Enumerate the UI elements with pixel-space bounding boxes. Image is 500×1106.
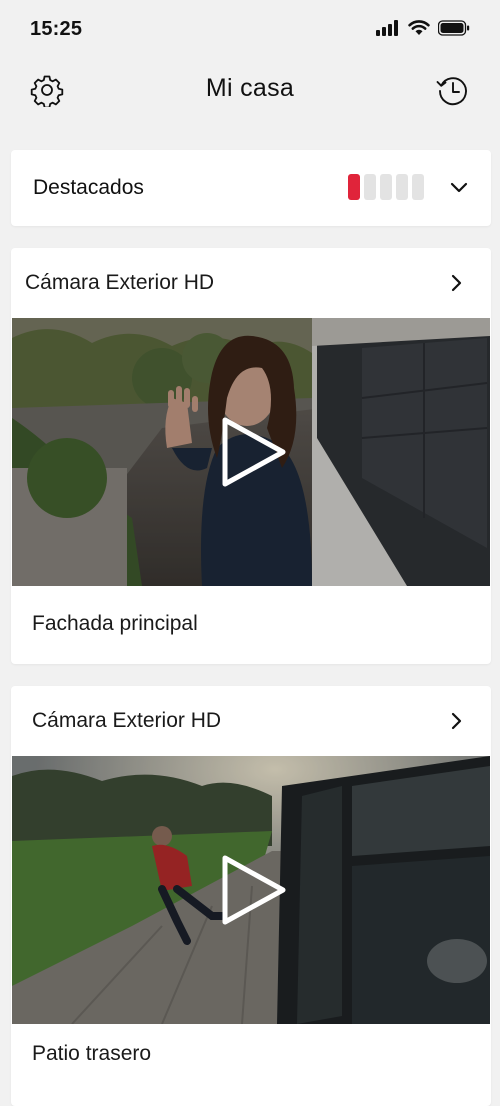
chevron-right-icon [451,274,462,292]
wifi-icon [408,20,430,35]
camera-feed-thumbnail[interactable] [12,756,490,1024]
camera-device-name: Cámara Exterior HD [25,271,215,294]
camera-card-header[interactable]: Cámara Exterior HD [11,686,491,756]
camera-card: Cámara Exterior HD [11,248,491,664]
play-icon[interactable] [211,412,291,492]
status-icons [376,20,470,36]
signal-bar-segment [348,174,360,200]
chevron-down-icon [450,182,468,193]
cellular-signal-icon [376,20,398,36]
history-button[interactable] [431,69,475,113]
status-bar: 15:25 [0,0,500,60]
camera-feed-label: Fachada principal [32,612,198,635]
chevron-right-icon [451,712,462,730]
camera-card-header[interactable]: Cámara Exterior HD [11,248,491,318]
camera-card: Cámara Exterior HD [11,686,491,1106]
signal-bar-segment [396,174,408,200]
signal-bar-segment [412,174,424,200]
battery-icon [438,20,470,36]
page-title: Mi casa [205,74,295,102]
highlights-card[interactable]: Destacados [11,150,491,226]
signal-bar-segment [364,174,376,200]
status-time: 15:25 [30,18,83,40]
play-icon[interactable] [211,850,291,930]
camera-device-name: Cámara Exterior HD [32,709,222,732]
highlights-label: Destacados [33,176,144,199]
highlights-signal-meter [348,174,424,200]
camera-feed-label: Patio trasero [32,1042,152,1065]
camera-feed-thumbnail[interactable] [12,318,490,586]
app-header: Mi casa [0,60,500,122]
history-clock-icon [436,77,467,106]
signal-bar-segment [380,174,392,200]
expand-button[interactable] [441,170,477,206]
